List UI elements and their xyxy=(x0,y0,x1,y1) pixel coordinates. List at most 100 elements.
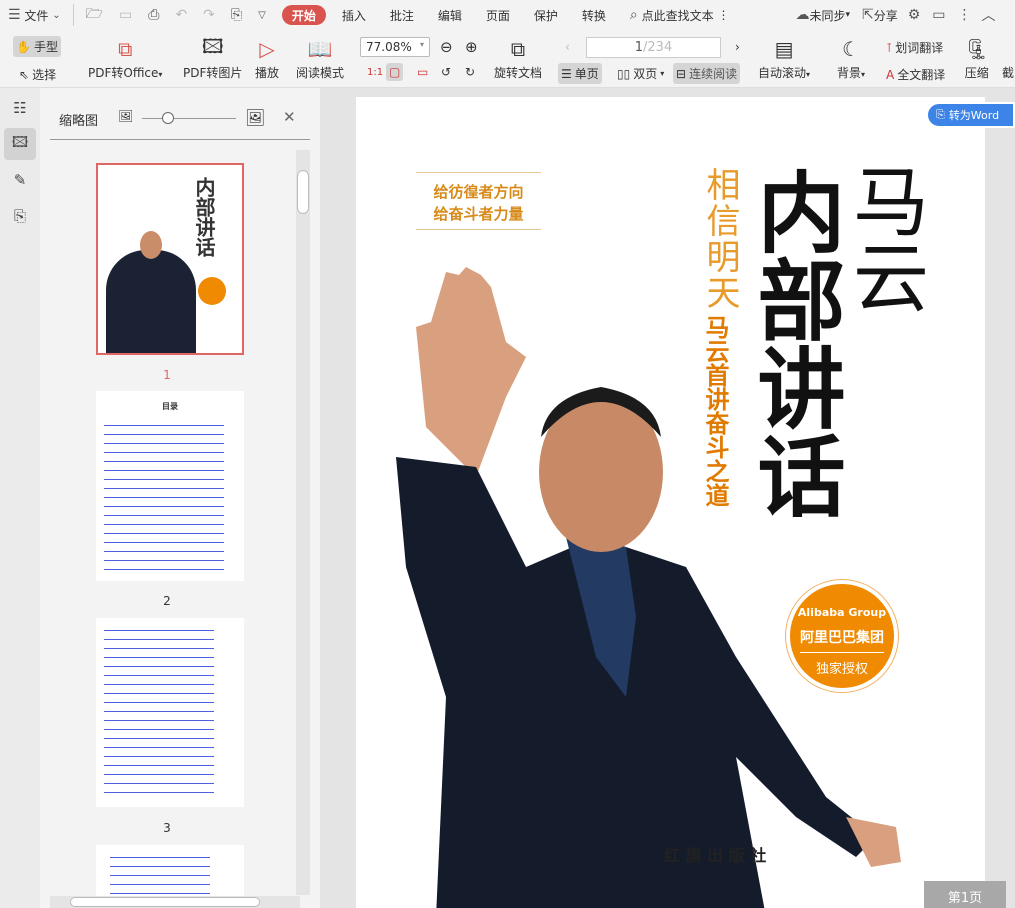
tab-edit[interactable]: 编辑 xyxy=(430,0,478,30)
fit-page-icon[interactable]: ▢ xyxy=(386,63,404,81)
cover-title: 内部讲话 xyxy=(743,167,847,519)
gear-icon[interactable]: ⚙ xyxy=(902,0,927,30)
auto-scroll-icon: ▤ xyxy=(774,37,794,61)
comment-icon[interactable]: ▭ xyxy=(926,0,951,30)
search-box[interactable]: ⌕ 点此查找文本 ⋮ xyxy=(622,0,738,30)
tab-start[interactable]: 开始 xyxy=(281,5,326,25)
rotate-left-icon[interactable]: ↺ xyxy=(438,63,454,81)
tab-protect[interactable]: 保护 xyxy=(526,0,574,30)
hand-tool-button[interactable]: ✋ 手型 xyxy=(13,36,61,57)
raised-hand xyxy=(416,267,526,477)
collapse-icon[interactable]: ︿ xyxy=(978,0,1000,30)
toc-lines xyxy=(104,626,214,796)
auto-scroll-button[interactable]: ▤ 自动滚动▾ xyxy=(758,34,810,81)
redo-icon[interactable]: ↷ xyxy=(195,0,223,30)
more-icon: ⋮ xyxy=(717,8,730,22)
play-button[interactable]: ▷ 播放 xyxy=(255,34,279,81)
convert-icon[interactable]: ⎘ xyxy=(4,200,36,232)
scrollbar-thumb[interactable] xyxy=(297,170,309,214)
thumbnail-page-2[interactable]: 目录 xyxy=(96,391,244,581)
read-mode-button[interactable]: 📖 阅读模式 xyxy=(296,34,344,81)
fit-width-icon[interactable]: ▭ xyxy=(414,63,431,81)
toc-heading: 目录 xyxy=(162,402,178,411)
side-rail: ☷ 🖾 ✎ ⎘ xyxy=(0,88,40,908)
annotation-pen-icon[interactable]: ✎ xyxy=(4,164,36,196)
thumbnail-page-1[interactable]: 内部讲话 xyxy=(96,163,244,355)
thumbnail-icon[interactable]: 🖾 xyxy=(4,128,36,160)
cover-tagline: 马云首讲奋斗之道 xyxy=(701,315,729,507)
double-page-button[interactable]: ▯▯ 双页 ▾ xyxy=(614,63,667,84)
open-icon[interactable]: 🗁 xyxy=(78,0,111,30)
slider-handle[interactable] xyxy=(162,112,174,124)
more-dropdown-icon[interactable]: ▽ xyxy=(250,0,274,30)
outline-icon[interactable]: ☷ xyxy=(4,92,36,124)
thumb-cover-title: 内部讲话 xyxy=(192,177,216,257)
cover-subtitle: 相信明天 xyxy=(700,167,740,311)
tab-insert[interactable]: 插入 xyxy=(334,0,382,30)
thumb-cover-figure xyxy=(106,250,196,353)
rotate-doc-icon: ⧉ xyxy=(510,37,526,61)
small-thumb-icon[interactable]: 🖼 xyxy=(118,109,133,123)
suit-body xyxy=(396,457,876,908)
menu-bar: ☰ 文件 ⌄ 🗁 ▭ ⎙ ↶ ↷ ⎘ ▽ 开始 插入 批注 编辑 页面 保护 转… xyxy=(0,0,1015,30)
cover-slogan-box: 给彷徨者方向 给奋斗者力量 xyxy=(416,172,541,230)
share-button[interactable]: ⇱ 分享 xyxy=(858,0,902,30)
pdf-to-office-button[interactable]: ⧉ PDF转Office▾ xyxy=(88,34,162,81)
translate-icon: ⊺ xyxy=(886,40,893,55)
screenshot-button[interactable]: 截 xyxy=(1002,64,1014,81)
right-hand xyxy=(846,817,901,867)
page-number-input[interactable]: 1/234 xyxy=(586,37,721,58)
play-icon: ▷ xyxy=(259,37,275,61)
large-thumb-icon[interactable]: 🖼 xyxy=(245,108,265,127)
continuous-read-button[interactable]: ⊟ 连续阅读 xyxy=(673,63,741,84)
zoom-select[interactable]: 77.08% ▾ xyxy=(360,37,430,57)
thumbnail-size-slider[interactable] xyxy=(142,112,236,124)
rotate-document-button[interactable]: ⧉ 旋转文档 xyxy=(494,34,542,81)
next-page-icon[interactable]: › xyxy=(732,38,743,56)
rotate-right-icon[interactable]: ↻ xyxy=(462,63,478,81)
select-tool-button[interactable]: ⇖ 选择 xyxy=(16,64,59,85)
single-page-button[interactable]: ☰ 单页 xyxy=(558,63,602,84)
sync-button[interactable]: ☁ 未同步 ▾ xyxy=(787,0,858,30)
tab-convert[interactable]: 转换 xyxy=(574,0,622,30)
face xyxy=(539,392,663,552)
word-translate-button[interactable]: ⊺ 划词翻译 xyxy=(883,37,946,58)
vertical-scrollbar[interactable] xyxy=(296,150,310,895)
zoom-in-icon[interactable]: ⊕ xyxy=(462,36,481,58)
thumbnail-label-2: 2 xyxy=(163,594,171,608)
moon-icon: ☾ xyxy=(842,37,860,61)
share-icon: ⇱ xyxy=(861,7,874,23)
zoom-out-icon[interactable]: ⊖ xyxy=(437,36,456,58)
hand-icon: ✋ xyxy=(16,39,31,54)
print-icon[interactable]: ⎙ xyxy=(140,0,167,30)
thumbnail-panel: 缩略图 🖼 🖼 ✕ 内部讲话 1 目录 2 3 xyxy=(40,88,320,908)
tab-annotate[interactable]: 批注 xyxy=(382,0,430,30)
background-button[interactable]: ☾ 背景▾ xyxy=(837,34,865,81)
scrollbar-thumb[interactable] xyxy=(70,897,260,907)
chevron-down-icon: ⌄ xyxy=(52,9,61,21)
close-icon[interactable]: ✕ xyxy=(283,108,296,126)
thumb-cover-face xyxy=(140,231,162,259)
single-page-icon: ☰ xyxy=(561,66,572,81)
hair xyxy=(541,387,661,437)
cursor-icon: ⇖ xyxy=(19,67,30,82)
horizontal-scrollbar[interactable] xyxy=(50,896,300,908)
compress-button[interactable]: 🗜 压缩 xyxy=(964,34,989,81)
cloud-icon: ☁ xyxy=(795,7,810,23)
prev-page-icon[interactable]: ‹ xyxy=(562,38,573,56)
undo-icon[interactable]: ↶ xyxy=(167,0,195,30)
pdf-to-image-button[interactable]: 🖾 PDF转图片 xyxy=(183,34,242,81)
search-icon: ⌕ xyxy=(629,7,638,23)
actual-size-icon[interactable]: 1:1 xyxy=(364,65,386,80)
convert-to-word-button[interactable]: ⎘ 转为Word xyxy=(926,102,1015,128)
tab-page[interactable]: 页面 xyxy=(478,0,526,30)
more-icon[interactable]: ⋮ xyxy=(952,0,978,30)
save-icon[interactable]: ▭ xyxy=(111,0,140,30)
file-menu[interactable]: ☰ 文件 ⌄ xyxy=(0,0,69,30)
cover-publisher: 红 旗 出 版 社 xyxy=(664,846,767,865)
panel-title: 缩略图 xyxy=(59,114,99,129)
image-icon: 🖾 xyxy=(201,34,224,58)
export-icon[interactable]: ⎘ xyxy=(223,0,250,30)
full-translate-button[interactable]: A 全文翻译 xyxy=(883,64,948,85)
thumbnail-page-3[interactable] xyxy=(96,618,244,807)
